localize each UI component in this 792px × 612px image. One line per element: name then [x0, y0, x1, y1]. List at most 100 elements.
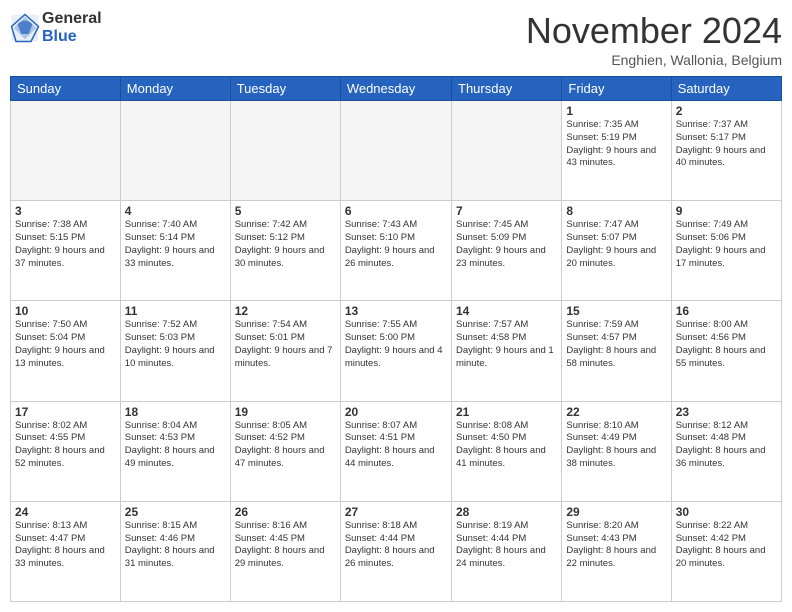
calendar: SundayMondayTuesdayWednesdayThursdayFrid… — [10, 76, 782, 602]
title-block: November 2024 Enghien, Wallonia, Belgium — [526, 10, 782, 68]
day-info: Sunrise: 7:57 AMSunset: 4:58 PMDaylight:… — [456, 319, 557, 370]
day-number: 23 — [676, 405, 777, 419]
day-info: Sunrise: 7:37 AMSunset: 5:17 PMDaylight:… — [676, 119, 777, 170]
calendar-cell: 15Sunrise: 7:59 AMSunset: 4:57 PMDayligh… — [562, 301, 671, 401]
day-number: 8 — [566, 204, 666, 218]
calendar-cell: 28Sunrise: 8:19 AMSunset: 4:44 PMDayligh… — [452, 501, 562, 601]
day-number: 4 — [125, 204, 226, 218]
calendar-cell: 10Sunrise: 7:50 AMSunset: 5:04 PMDayligh… — [11, 301, 121, 401]
day-info: Sunrise: 8:02 AMSunset: 4:55 PMDaylight:… — [15, 420, 116, 471]
day-info: Sunrise: 8:04 AMSunset: 4:53 PMDaylight:… — [125, 420, 226, 471]
day-info: Sunrise: 8:19 AMSunset: 4:44 PMDaylight:… — [456, 520, 557, 571]
weekday-header-tuesday: Tuesday — [230, 77, 340, 101]
day-info: Sunrise: 7:40 AMSunset: 5:14 PMDaylight:… — [125, 219, 226, 270]
weekday-header-saturday: Saturday — [671, 77, 781, 101]
day-number: 18 — [125, 405, 226, 419]
week-row-3: 10Sunrise: 7:50 AMSunset: 5:04 PMDayligh… — [11, 301, 782, 401]
logo-text: General Blue — [42, 10, 102, 45]
calendar-cell: 25Sunrise: 8:15 AMSunset: 4:46 PMDayligh… — [120, 501, 230, 601]
calendar-cell: 17Sunrise: 8:02 AMSunset: 4:55 PMDayligh… — [11, 401, 121, 501]
day-number: 25 — [125, 505, 226, 519]
day-info: Sunrise: 7:54 AMSunset: 5:01 PMDaylight:… — [235, 319, 336, 370]
weekday-header-thursday: Thursday — [452, 77, 562, 101]
day-number: 14 — [456, 304, 557, 318]
day-info: Sunrise: 7:52 AMSunset: 5:03 PMDaylight:… — [125, 319, 226, 370]
calendar-cell: 8Sunrise: 7:47 AMSunset: 5:07 PMDaylight… — [562, 201, 671, 301]
header: General Blue November 2024 Enghien, Wall… — [10, 10, 782, 68]
day-number: 16 — [676, 304, 777, 318]
day-number: 28 — [456, 505, 557, 519]
calendar-cell: 2Sunrise: 7:37 AMSunset: 5:17 PMDaylight… — [671, 101, 781, 201]
day-number: 6 — [345, 204, 447, 218]
week-row-2: 3Sunrise: 7:38 AMSunset: 5:15 PMDaylight… — [11, 201, 782, 301]
calendar-cell: 27Sunrise: 8:18 AMSunset: 4:44 PMDayligh… — [340, 501, 451, 601]
day-number: 13 — [345, 304, 447, 318]
day-info: Sunrise: 7:59 AMSunset: 4:57 PMDaylight:… — [566, 319, 666, 370]
day-info: Sunrise: 7:47 AMSunset: 5:07 PMDaylight:… — [566, 219, 666, 270]
weekday-header-row: SundayMondayTuesdayWednesdayThursdayFrid… — [11, 77, 782, 101]
week-row-1: 1Sunrise: 7:35 AMSunset: 5:19 PMDaylight… — [11, 101, 782, 201]
calendar-cell: 20Sunrise: 8:07 AMSunset: 4:51 PMDayligh… — [340, 401, 451, 501]
day-number: 27 — [345, 505, 447, 519]
day-number: 1 — [566, 104, 666, 118]
logo-blue: Blue — [42, 28, 77, 45]
day-info: Sunrise: 8:22 AMSunset: 4:42 PMDaylight:… — [676, 520, 777, 571]
calendar-cell: 6Sunrise: 7:43 AMSunset: 5:10 PMDaylight… — [340, 201, 451, 301]
calendar-cell — [230, 101, 340, 201]
calendar-cell: 24Sunrise: 8:13 AMSunset: 4:47 PMDayligh… — [11, 501, 121, 601]
day-number: 17 — [15, 405, 116, 419]
logo-general: General — [42, 10, 102, 27]
day-info: Sunrise: 8:15 AMSunset: 4:46 PMDaylight:… — [125, 520, 226, 571]
calendar-cell: 21Sunrise: 8:08 AMSunset: 4:50 PMDayligh… — [452, 401, 562, 501]
day-info: Sunrise: 7:38 AMSunset: 5:15 PMDaylight:… — [15, 219, 116, 270]
calendar-cell: 9Sunrise: 7:49 AMSunset: 5:06 PMDaylight… — [671, 201, 781, 301]
calendar-cell: 16Sunrise: 8:00 AMSunset: 4:56 PMDayligh… — [671, 301, 781, 401]
weekday-header-sunday: Sunday — [11, 77, 121, 101]
day-info: Sunrise: 8:16 AMSunset: 4:45 PMDaylight:… — [235, 520, 336, 571]
day-number: 12 — [235, 304, 336, 318]
day-info: Sunrise: 8:20 AMSunset: 4:43 PMDaylight:… — [566, 520, 666, 571]
day-number: 5 — [235, 204, 336, 218]
day-info: Sunrise: 8:05 AMSunset: 4:52 PMDaylight:… — [235, 420, 336, 471]
day-number: 21 — [456, 405, 557, 419]
calendar-cell: 14Sunrise: 7:57 AMSunset: 4:58 PMDayligh… — [452, 301, 562, 401]
day-info: Sunrise: 8:18 AMSunset: 4:44 PMDaylight:… — [345, 520, 447, 571]
day-info: Sunrise: 7:45 AMSunset: 5:09 PMDaylight:… — [456, 219, 557, 270]
calendar-cell: 5Sunrise: 7:42 AMSunset: 5:12 PMDaylight… — [230, 201, 340, 301]
calendar-cell: 18Sunrise: 8:04 AMSunset: 4:53 PMDayligh… — [120, 401, 230, 501]
calendar-cell: 29Sunrise: 8:20 AMSunset: 4:43 PMDayligh… — [562, 501, 671, 601]
page-container: General Blue November 2024 Enghien, Wall… — [0, 0, 792, 612]
calendar-cell: 7Sunrise: 7:45 AMSunset: 5:09 PMDaylight… — [452, 201, 562, 301]
calendar-cell: 23Sunrise: 8:12 AMSunset: 4:48 PMDayligh… — [671, 401, 781, 501]
day-number: 7 — [456, 204, 557, 218]
calendar-cell — [120, 101, 230, 201]
day-number: 29 — [566, 505, 666, 519]
day-number: 2 — [676, 104, 777, 118]
weekday-header-wednesday: Wednesday — [340, 77, 451, 101]
day-number: 19 — [235, 405, 336, 419]
calendar-cell: 13Sunrise: 7:55 AMSunset: 5:00 PMDayligh… — [340, 301, 451, 401]
day-number: 9 — [676, 204, 777, 218]
day-info: Sunrise: 7:35 AMSunset: 5:19 PMDaylight:… — [566, 119, 666, 170]
location: Enghien, Wallonia, Belgium — [526, 52, 782, 68]
day-number: 10 — [15, 304, 116, 318]
month-title: November 2024 — [526, 10, 782, 52]
calendar-cell — [340, 101, 451, 201]
day-info: Sunrise: 8:07 AMSunset: 4:51 PMDaylight:… — [345, 420, 447, 471]
weekday-header-monday: Monday — [120, 77, 230, 101]
calendar-cell: 30Sunrise: 8:22 AMSunset: 4:42 PMDayligh… — [671, 501, 781, 601]
day-info: Sunrise: 8:12 AMSunset: 4:48 PMDaylight:… — [676, 420, 777, 471]
logo-icon — [10, 13, 40, 43]
calendar-cell — [452, 101, 562, 201]
day-number: 24 — [15, 505, 116, 519]
calendar-cell: 4Sunrise: 7:40 AMSunset: 5:14 PMDaylight… — [120, 201, 230, 301]
day-info: Sunrise: 7:43 AMSunset: 5:10 PMDaylight:… — [345, 219, 447, 270]
calendar-cell: 11Sunrise: 7:52 AMSunset: 5:03 PMDayligh… — [120, 301, 230, 401]
day-info: Sunrise: 8:00 AMSunset: 4:56 PMDaylight:… — [676, 319, 777, 370]
day-info: Sunrise: 8:10 AMSunset: 4:49 PMDaylight:… — [566, 420, 666, 471]
calendar-cell — [11, 101, 121, 201]
day-number: 22 — [566, 405, 666, 419]
day-info: Sunrise: 7:49 AMSunset: 5:06 PMDaylight:… — [676, 219, 777, 270]
day-info: Sunrise: 7:50 AMSunset: 5:04 PMDaylight:… — [15, 319, 116, 370]
week-row-5: 24Sunrise: 8:13 AMSunset: 4:47 PMDayligh… — [11, 501, 782, 601]
